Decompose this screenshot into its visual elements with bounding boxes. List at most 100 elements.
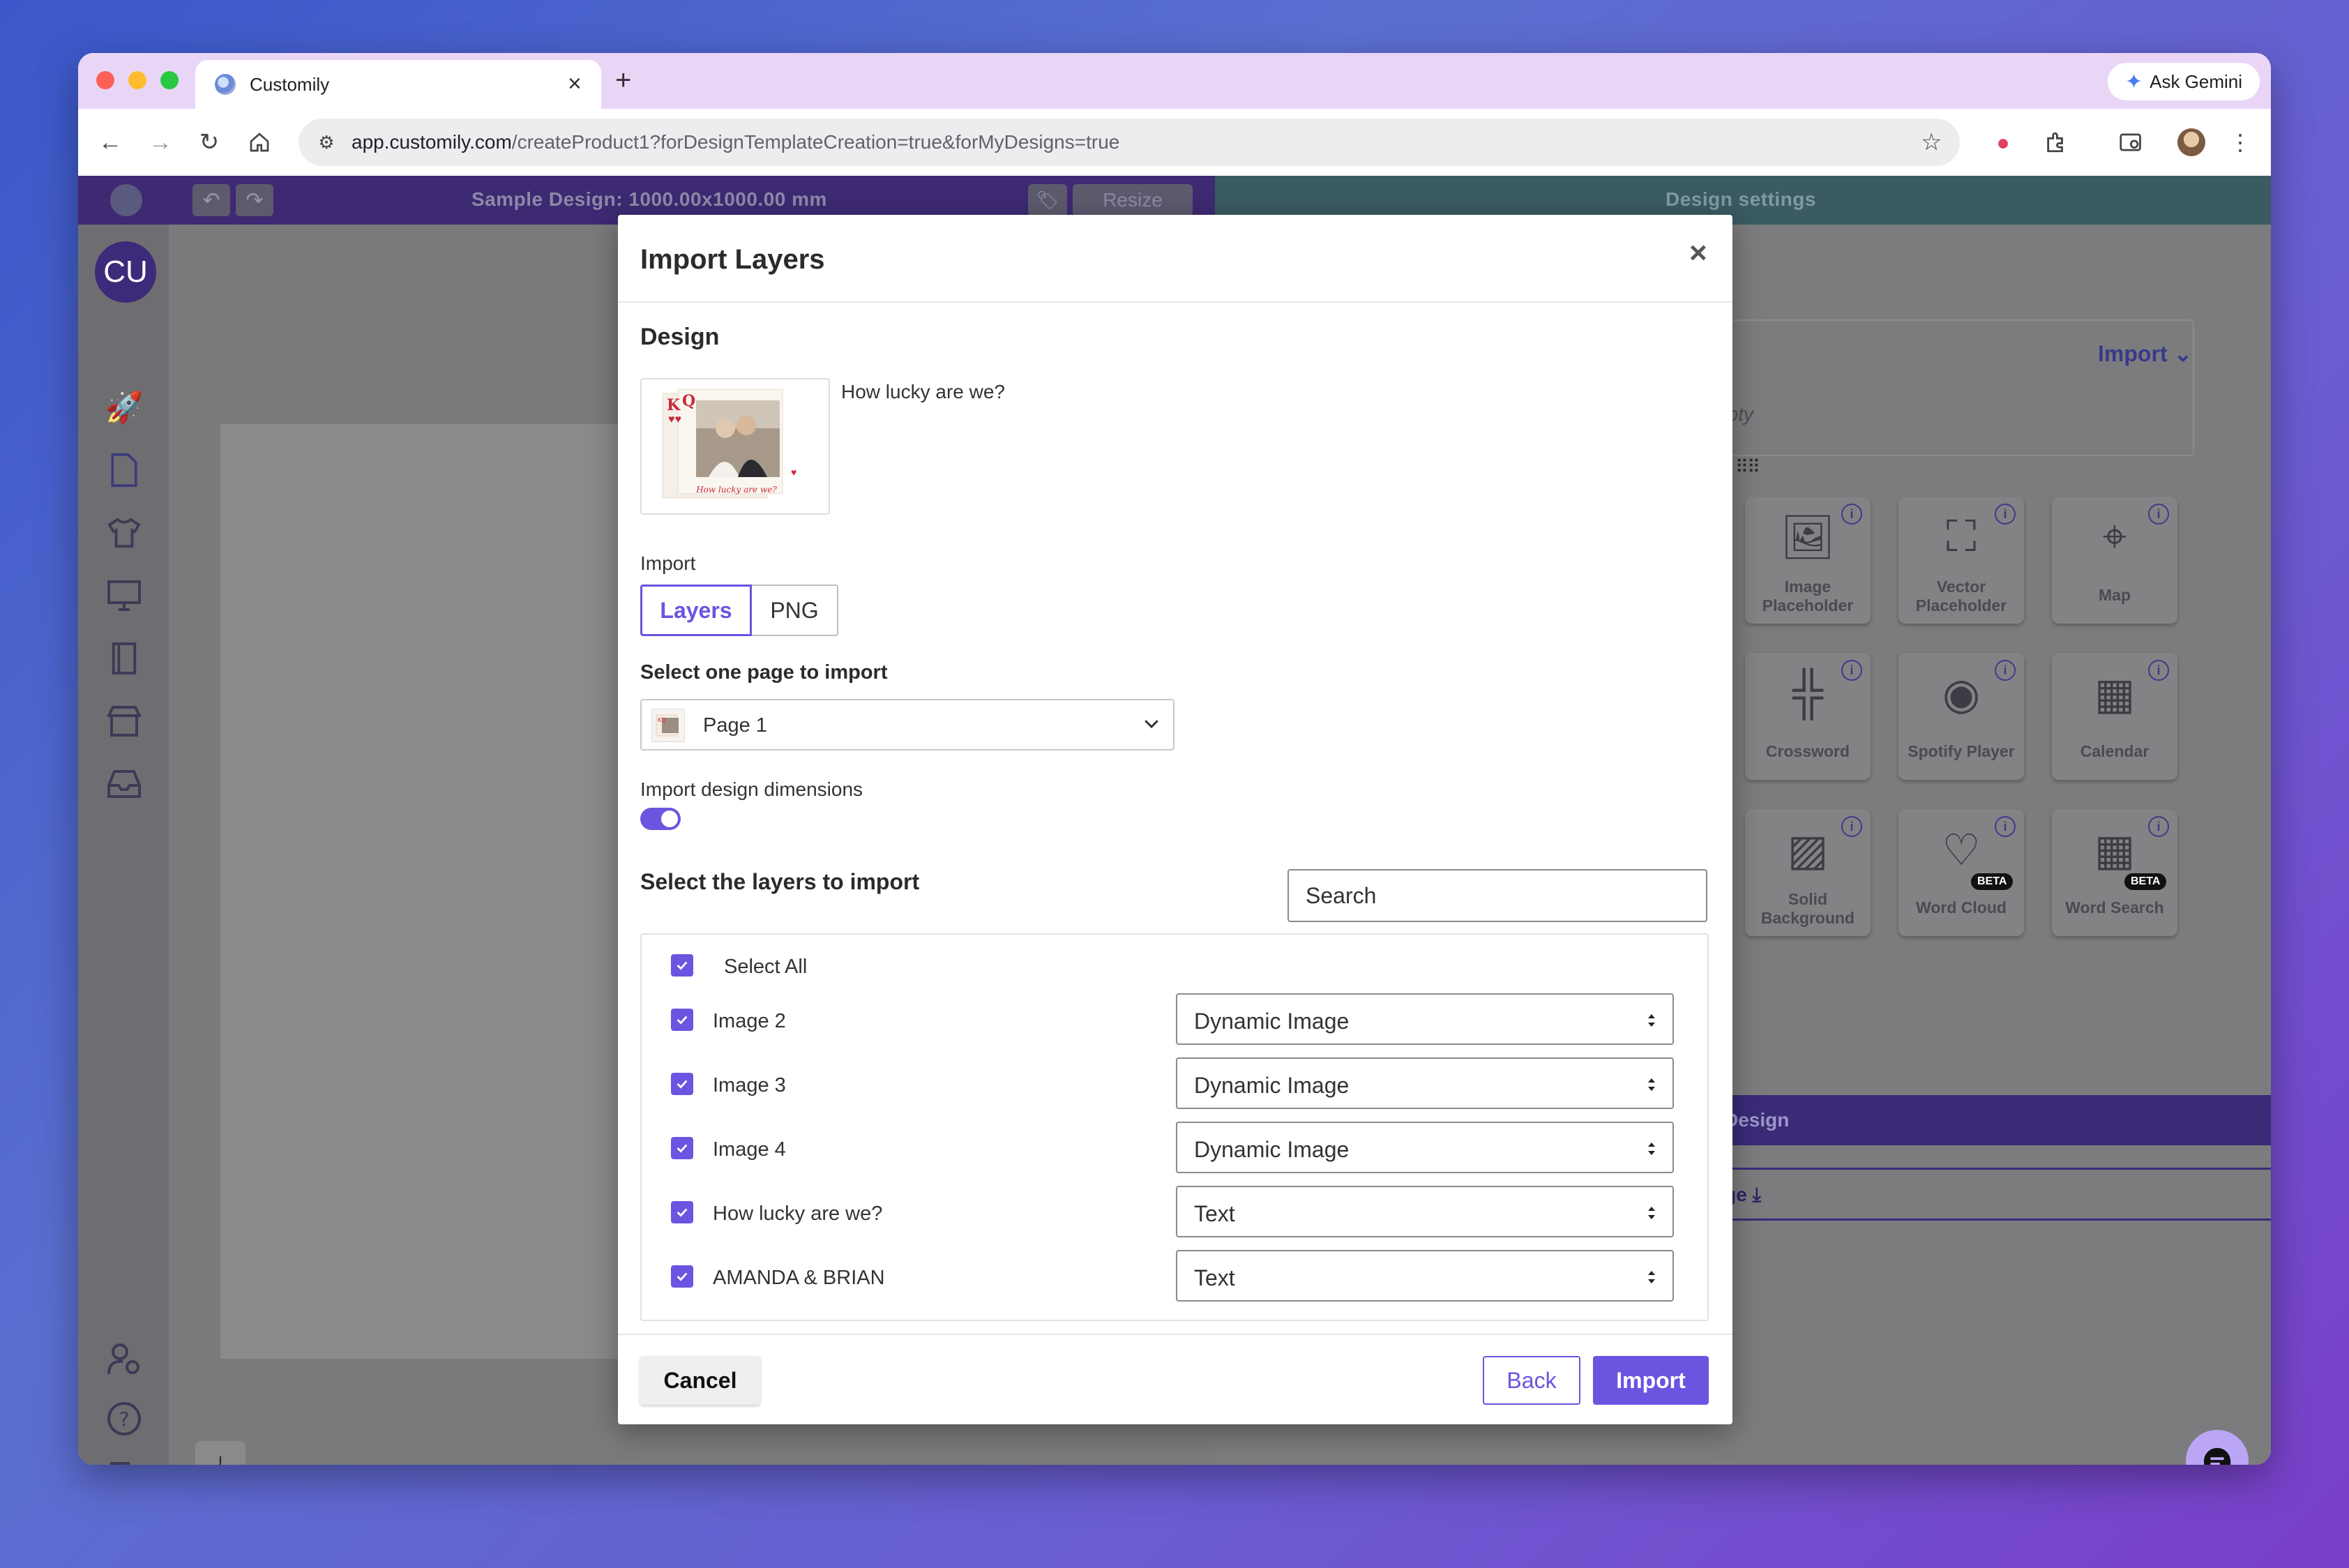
- tool-word-search[interactable]: ▦ BETA Word Search i: [2052, 809, 2177, 936]
- ask-gemini-button[interactable]: ✦ Ask Gemini: [2108, 63, 2260, 100]
- logout-icon[interactable]: [99, 1454, 149, 1465]
- document-icon[interactable]: [99, 445, 149, 495]
- tab-search-icon[interactable]: [2113, 124, 2150, 160]
- minimize-window-button[interactable]: [128, 71, 146, 89]
- bookmark-star-icon[interactable]: ☆: [1921, 128, 1942, 156]
- tag-icon[interactable]: 🏷: [1028, 184, 1067, 216]
- back-arrow-icon[interactable]: ←: [91, 123, 130, 162]
- rocket-icon[interactable]: 🚀: [99, 382, 149, 432]
- tool-crossword[interactable]: ╬ Crossword i: [1745, 653, 1871, 780]
- download-icon[interactable]: ⤓: [195, 1441, 246, 1465]
- select-all-label: Select All: [724, 956, 808, 978]
- import-dimensions-toggle[interactable]: [640, 808, 681, 830]
- toggle-knob: [661, 811, 678, 827]
- new-tab-button[interactable]: +: [615, 63, 631, 98]
- info-icon[interactable]: i: [1841, 816, 1862, 837]
- browser-menu-icon[interactable]: ⋮: [2222, 124, 2258, 160]
- tool-image-placeholder[interactable]: 🖼 Image Placeholder i: [1745, 497, 1871, 624]
- beta-badge: BETA: [1971, 873, 2014, 890]
- design-button[interactable]: Design: [1657, 1095, 2271, 1145]
- import-layers-modal: Import Layers × Design K Q ♥♥ ♥ How luck…: [618, 215, 1732, 1424]
- tool-calendar[interactable]: ▦ Calendar i: [2052, 653, 2177, 780]
- check-icon: [677, 1272, 688, 1281]
- layer-search-input[interactable]: [1287, 869, 1707, 922]
- import-layers-option[interactable]: Layers: [640, 585, 752, 636]
- layer-type-select[interactable]: Text: [1176, 1250, 1674, 1302]
- customily-logo-icon[interactable]: [110, 184, 142, 216]
- drag-handle-icon[interactable]: ⠿⠿: [1735, 456, 1760, 478]
- layer-type-select[interactable]: Dynamic Image: [1176, 1057, 1674, 1109]
- sort-arrows-icon: [1648, 1014, 1655, 1027]
- maximize-window-button[interactable]: [160, 71, 179, 89]
- svg-text:K: K: [667, 396, 681, 414]
- forward-arrow-icon[interactable]: →: [141, 123, 180, 162]
- svg-text:Q: Q: [682, 392, 695, 410]
- tshirt-icon[interactable]: [99, 508, 149, 558]
- reload-icon[interactable]: ↻: [190, 123, 229, 162]
- info-icon[interactable]: i: [2148, 504, 2169, 525]
- layer-checkbox[interactable]: [671, 1073, 693, 1095]
- inbox-icon[interactable]: [99, 759, 149, 809]
- import-dropdown[interactable]: Import ⌄: [2098, 340, 2192, 367]
- user-avatar[interactable]: CU: [95, 241, 156, 303]
- extensions-puzzle-icon[interactable]: [2038, 124, 2074, 160]
- select-all-checkbox[interactable]: [671, 954, 693, 977]
- user-settings-icon[interactable]: [99, 1334, 149, 1384]
- layer-checkbox[interactable]: [671, 1265, 693, 1288]
- svg-text:♥♥: ♥♥: [668, 414, 681, 425]
- svg-text:?: ?: [119, 1408, 130, 1431]
- upload-image-button[interactable]: d Image ⤓: [1657, 1168, 2271, 1221]
- home-icon[interactable]: [240, 123, 279, 162]
- layer-type-select[interactable]: Dynamic Image: [1176, 993, 1674, 1045]
- layer-type-select[interactable]: Dynamic Image: [1176, 1122, 1674, 1173]
- layer-name: AMANDA & BRIAN: [713, 1267, 885, 1289]
- book-icon[interactable]: [99, 633, 149, 684]
- url-text[interactable]: app.customily.com/createProduct1?forDesi…: [352, 131, 1119, 153]
- resize-button[interactable]: Resize: [1073, 184, 1193, 216]
- layer-type-select[interactable]: Text: [1176, 1186, 1674, 1237]
- info-icon[interactable]: i: [2148, 816, 2169, 837]
- tool-map[interactable]: ⌖ Map i: [2052, 497, 2177, 624]
- close-tab-icon[interactable]: ×: [568, 70, 582, 98]
- redo-icon[interactable]: ↷: [236, 184, 273, 216]
- back-button[interactable]: Back: [1483, 1356, 1580, 1405]
- help-icon[interactable]: ?: [99, 1394, 149, 1444]
- layer-checkbox[interactable]: [671, 1009, 693, 1031]
- browser-tab[interactable]: Customily ×: [195, 60, 601, 109]
- footer-divider: [618, 1334, 1732, 1335]
- close-icon[interactable]: ×: [1689, 236, 1707, 271]
- import-png-option[interactable]: PNG: [750, 585, 838, 636]
- info-icon[interactable]: i: [1841, 504, 1862, 525]
- layer-name: Image 3: [713, 1074, 786, 1096]
- url-bar[interactable]: ⚙ app.customily.com/createProduct1?forDe…: [299, 119, 1960, 166]
- store-icon[interactable]: [99, 696, 149, 746]
- layer-checkbox[interactable]: [671, 1201, 693, 1223]
- tool-word-cloud[interactable]: ♡ BETA Word Cloud i: [1898, 809, 2024, 936]
- tool-spotify-player[interactable]: ◉ Spotify Player i: [1898, 653, 2024, 780]
- modal-title: Import Layers: [640, 244, 825, 275]
- info-icon[interactable]: i: [1841, 660, 1862, 681]
- design-thumbnail: K Q ♥♥ ♥ How lucky are we?: [640, 378, 830, 515]
- info-icon[interactable]: i: [1995, 504, 2016, 525]
- undo-icon[interactable]: ↶: [192, 184, 230, 216]
- check-icon: [677, 1144, 688, 1153]
- sort-arrows-icon: [1648, 1207, 1655, 1219]
- layer-checkbox[interactable]: [671, 1137, 693, 1159]
- close-window-button[interactable]: [96, 71, 114, 89]
- tool-vector-placeholder[interactable]: ⛶ Vector Placeholder i: [1898, 497, 2024, 624]
- monitor-icon[interactable]: [99, 571, 149, 621]
- page-select[interactable]: KQ Page 1: [640, 699, 1174, 751]
- import-button[interactable]: Import: [1593, 1356, 1709, 1405]
- info-icon[interactable]: i: [1995, 816, 2016, 837]
- tool-solid-background[interactable]: ▨ Solid Background i: [1745, 809, 1871, 936]
- info-icon[interactable]: i: [1995, 660, 2016, 681]
- cancel-button[interactable]: Cancel: [640, 1356, 760, 1405]
- chevron-down-icon: ⌄: [2173, 341, 2193, 366]
- layer-name: How lucky are we?: [713, 1203, 883, 1225]
- extension-raspberry-icon[interactable]: ●: [1985, 124, 2021, 160]
- info-icon[interactable]: i: [2148, 660, 2169, 681]
- thumbnail-caption: How lucky are we?: [695, 485, 777, 495]
- page-select-value: Page 1: [703, 714, 767, 737]
- profile-avatar-icon[interactable]: [2173, 124, 2210, 160]
- site-settings-icon[interactable]: ⚙: [314, 130, 339, 155]
